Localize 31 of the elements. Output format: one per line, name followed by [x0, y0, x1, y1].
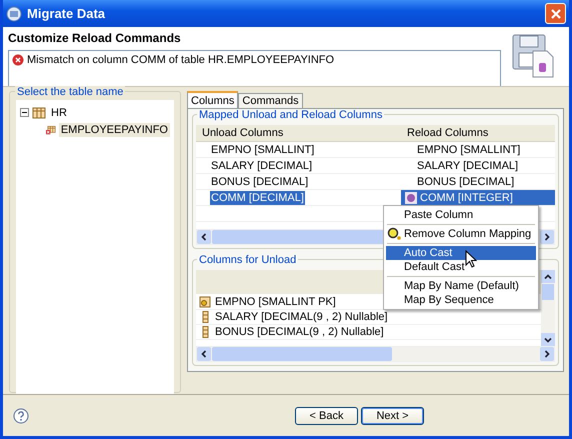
- table-cell: COMM [INTEGER]: [401, 190, 555, 205]
- tree-item[interactable]: EMPLOYEEPAYINFO: [58, 122, 170, 136]
- error-message: Mismatch on column COMM of table HR.EMPLOYEEPAYINFO: [27, 54, 334, 66]
- page-title: Customize Reload Commands: [8, 31, 182, 45]
- menu-item[interactable]: Paste Column: [386, 208, 536, 222]
- back-button[interactable]: < Back: [295, 406, 358, 424]
- table-cell: COMM [DECIMAL]: [210, 190, 305, 204]
- group-label: Columns for Unload: [197, 254, 298, 266]
- group-label: Mapped Unload and Reload Columns: [197, 109, 384, 121]
- next-button[interactable]: Next >: [361, 406, 424, 424]
- table-cell-text: EMPNO [SMALLINT]: [416, 142, 522, 157]
- menu-item[interactable]: Default Cast: [386, 260, 536, 274]
- tab[interactable]: Columns: [187, 91, 238, 108]
- group-label: Select the table name: [15, 86, 126, 98]
- tree-item[interactable]: HR: [49, 106, 69, 120]
- table-cell: BONUS [DECIMAL]: [210, 174, 310, 188]
- table-cell-text: SALARY [DECIMAL]: [416, 158, 520, 173]
- menu-item[interactable]: Map By Name (Default): [386, 279, 536, 293]
- column-header[interactable]: Unload Columns: [196, 127, 401, 139]
- menu-item[interactable]: Auto Cast: [386, 246, 536, 260]
- table-cell: SALARY [DECIMAL]: [210, 158, 314, 172]
- list-item[interactable]: SALARY [DECIMAL(9 , 2) Nullable]: [215, 311, 388, 323]
- column-header[interactable]: Reload Columns: [401, 127, 555, 139]
- table-cell: EMPNO [SMALLINT]: [210, 142, 316, 156]
- table-cell-text: BONUS [DECIMAL]: [416, 174, 516, 189]
- tab[interactable]: Commands: [238, 93, 303, 108]
- menu-item[interactable]: Remove Column Mapping: [386, 227, 536, 241]
- menu-item[interactable]: Map By Sequence: [386, 293, 536, 307]
- list-item[interactable]: BONUS [DECIMAL(9 , 2) Nullable]: [215, 326, 384, 338]
- window-title: Migrate Data: [27, 6, 106, 21]
- list-item[interactable]: EMPNO [SMALLINT PK]: [215, 296, 336, 308]
